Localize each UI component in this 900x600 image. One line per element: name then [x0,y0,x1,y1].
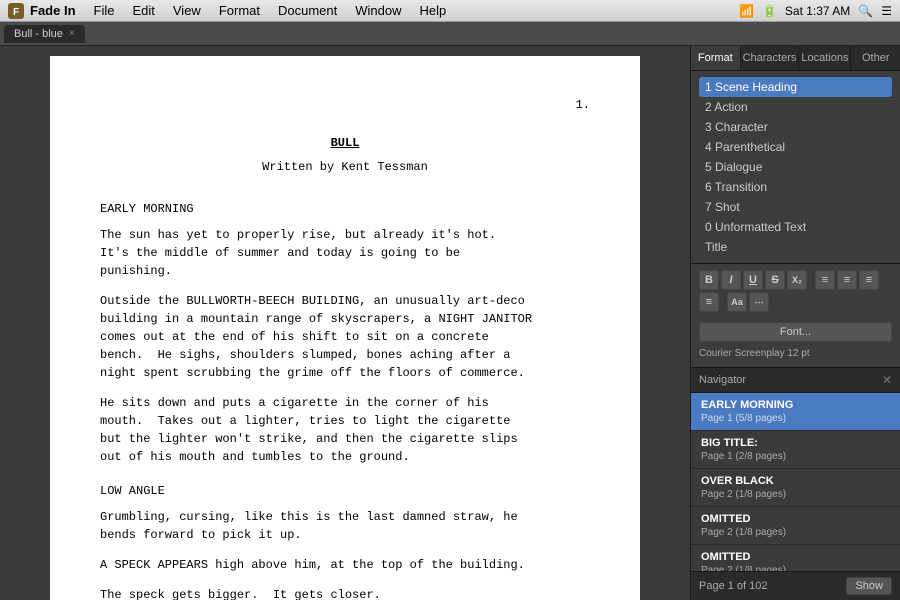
script-title: BULL [100,134,590,152]
action-block: The sun has yet to properly rise, but al… [100,226,590,280]
navigator-item-page: Page 2 (1/8 pages) [701,489,890,500]
navigator-item-title: OVER BLACK [701,475,890,487]
format-toolbar: B I U S X₂ ≡ ≡ ≡ ≡ Aa ⋯ [691,263,900,318]
format-list-item[interactable]: 0 Unformatted Text [699,217,892,237]
navigator-item[interactable]: OMITTEDPage 2 (1/8 pages) [691,545,900,571]
main-content: 1. BULL Written by Kent Tessman EARLY MO… [0,46,900,600]
navigator-item-title: OMITTED [701,513,890,525]
format-list-item[interactable]: 6 Transition [699,177,892,197]
tab-format[interactable]: Format [691,46,741,70]
align-center-button[interactable]: ≡ [837,270,857,290]
battery-icon: 🔋 [762,4,777,18]
action-block: The speck gets bigger. It gets closer. [100,586,590,600]
strikethrough-button[interactable]: S [765,270,785,290]
format-list-item[interactable]: 5 Dialogue [699,157,892,177]
more-button[interactable]: ⋯ [749,292,769,312]
navigator-panel: Navigator ✕ EARLY MORNING Page 1 (5/8 pag… [691,368,900,600]
navigator-item-page: Page 2 (1/8 pages) [701,527,890,538]
x2-button[interactable]: X₂ [787,270,807,290]
menubar-right: 📶 🔋 Sat 1:37 AM 🔍 ☰ [739,4,892,18]
page-info: Page 1 of 102 [699,580,768,592]
tab-locations[interactable]: Locations [799,46,851,70]
menu-view[interactable]: View [165,1,209,20]
tab-characters[interactable]: Characters [741,46,800,70]
menu-edit[interactable]: Edit [124,1,162,20]
font-name-label: Courier Screenplay 12 pt [691,346,900,367]
action-block: Grumbling, cursing, like this is the las… [100,508,590,544]
right-panel: Format Characters Locations Other 1 Scen… [690,46,900,600]
list-icon[interactable]: ☰ [881,4,892,18]
align-right-button[interactable]: ≡ [859,270,879,290]
menu-format[interactable]: Format [211,1,268,20]
navigator-item[interactable]: OMITTED Page 2 (1/8 pages) [691,507,900,545]
navigator-close-button[interactable]: ✕ [882,373,892,387]
action-block: He sits down and puts a cigarette in the… [100,394,590,466]
format-list-item[interactable]: 7 Shot [699,197,892,217]
navigator-item[interactable]: OVER BLACK Page 2 (1/8 pages) [691,469,900,507]
navigator-title: Navigator [699,374,746,386]
navigator-list[interactable]: EARLY MORNING Page 1 (5/8 pages) BIG TITLE… [691,393,900,571]
format-panel: Format Characters Locations Other 1 Scen… [691,46,900,368]
underline-button[interactable]: U [743,270,763,290]
action-block: A SPECK APPEARS high above him, at the t… [100,556,590,574]
menu-window[interactable]: Window [347,1,409,20]
menu-document[interactable]: Document [270,1,345,20]
scene-heading: EARLY MORNING [100,200,590,218]
format-list-item[interactable]: 3 Character [699,117,892,137]
bold-button[interactable]: B [699,270,719,290]
navigator-item-page: Page 1 (5/8 pages) [701,413,890,424]
script-area[interactable]: 1. BULL Written by Kent Tessman EARLY MO… [0,46,690,600]
app-icon: F [8,3,24,19]
show-button[interactable]: Show [846,577,892,595]
navigator-item[interactable]: BIG TITLE: Page 1 (2/8 pages) [691,431,900,469]
tab-other[interactable]: Other [851,46,900,70]
document-tab[interactable]: Bull - blue × [4,25,85,43]
app-window: Bull - blue × 1. BULL Written by Kent Te… [0,22,900,600]
format-list-item[interactable]: 2 Action [699,97,892,117]
script-content: EARLY MORNING The sun has yet to properly… [100,200,590,600]
scene-heading: LOW ANGLE [100,482,590,500]
format-list-item[interactable]: Title [699,237,892,257]
navigator-item[interactable]: EARLY MORNING Page 1 (5/8 pages) [691,393,900,431]
menubar: F Fade In File Edit View Format Document… [0,0,900,22]
script-byline: Written by Kent Tessman [100,158,590,176]
page-number: 1. [100,96,590,114]
tab-close-button[interactable]: × [69,28,75,39]
clock: Sat 1:37 AM [785,4,850,18]
navigator-item-title: EARLY MORNING [701,399,890,411]
navigator-item-page: Page 1 (2/8 pages) [701,451,890,462]
app-name[interactable]: Fade In [30,3,76,18]
navigator-header: Navigator ✕ [691,368,900,393]
tab-label: Bull - blue [14,28,63,40]
action-block: Outside the BULLWORTH-BEECH BUILDING, an… [100,292,590,382]
navigator-footer: Page 1 of 102 Show [691,571,900,600]
menu-file[interactable]: File [86,1,123,20]
format-list: 1 Scene Heading2 Action3 Character4 Pare… [691,71,900,263]
align-left-button[interactable]: ≡ [815,270,835,290]
format-list-item[interactable]: 4 Parenthetical [699,137,892,157]
search-icon[interactable]: 🔍 [858,4,873,18]
case-button[interactable]: Aa [727,292,747,312]
align-justify-button[interactable]: ≡ [699,292,719,312]
wifi-icon: 📶 [739,4,754,18]
italic-button[interactable]: I [721,270,741,290]
format-list-item[interactable]: 1 Scene Heading [699,77,892,97]
format-tabs: Format Characters Locations Other [691,46,900,71]
navigator-item-title: OMITTED [701,551,890,563]
tabbar: Bull - blue × [0,22,900,46]
menu-help[interactable]: Help [412,1,455,20]
font-button[interactable]: Font... [699,322,892,342]
svg-text:F: F [13,7,19,18]
script-page: 1. BULL Written by Kent Tessman EARLY MO… [50,56,640,600]
navigator-item-title: BIG TITLE: [701,437,890,449]
